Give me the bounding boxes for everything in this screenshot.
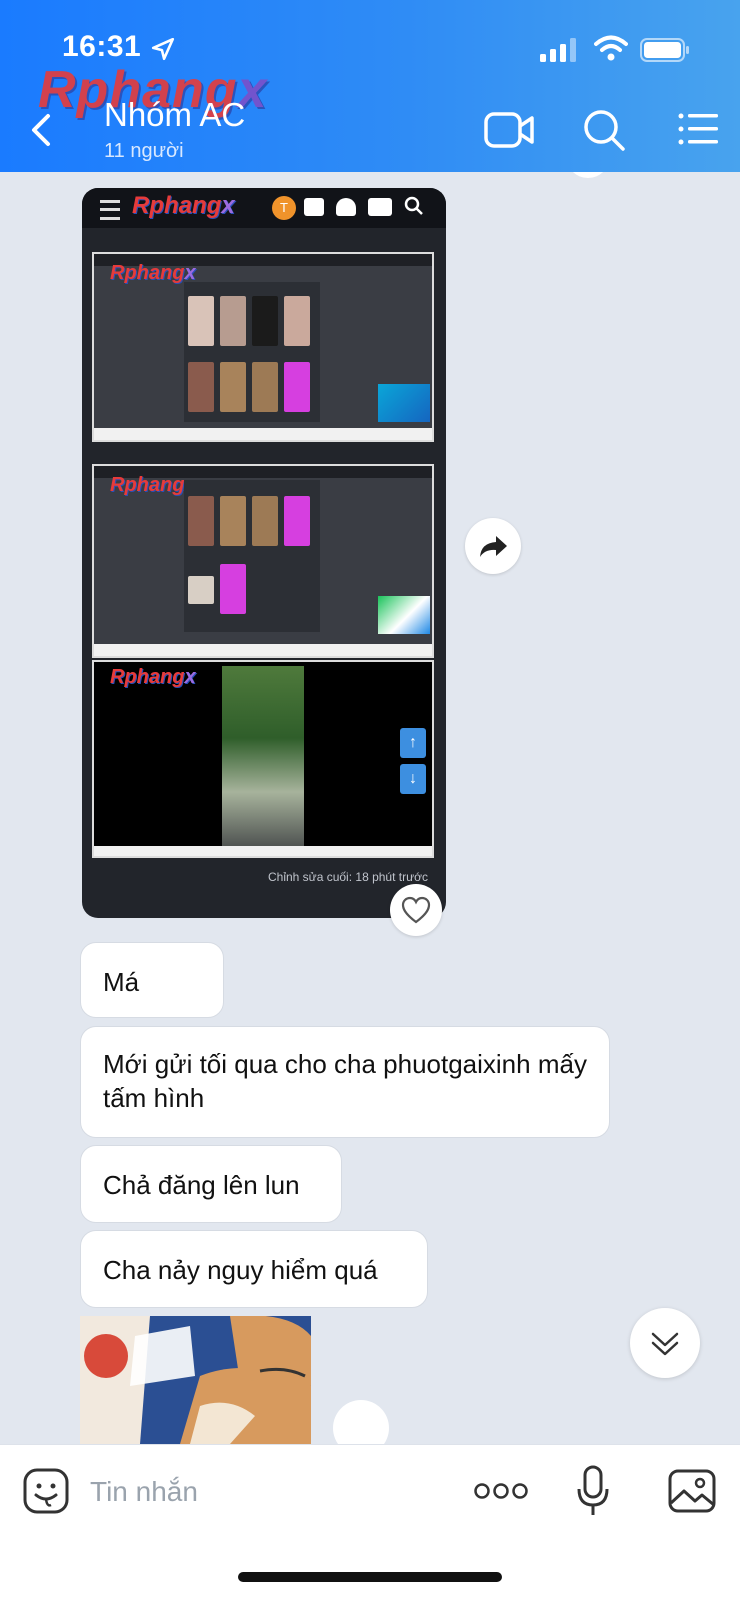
cellular-signal-icon <box>540 38 576 62</box>
group-title[interactable]: Nhóm AC <box>104 96 245 134</box>
fox-sticker-image <box>80 1316 311 1444</box>
battery-icon <box>640 38 689 62</box>
member-count: 11 người <box>104 140 184 162</box>
message-bubble[interactable]: Cha nảy nguy hiểm quá <box>80 1230 428 1308</box>
bell-icon <box>336 198 356 216</box>
back-chevron-icon[interactable] <box>26 110 56 150</box>
video-call-icon[interactable] <box>484 110 534 150</box>
reaction-button-partial[interactable] <box>333 1400 389 1444</box>
forward-share-icon[interactable] <box>465 518 521 574</box>
hamburger-icon <box>100 200 120 220</box>
sticker-emoji-icon[interactable] <box>22 1467 70 1515</box>
mail-icon <box>304 198 324 216</box>
image-message[interactable]: Rphangx T Rphangx Rphang Rphangx ↑ ↓ Chỉ… <box>82 188 446 918</box>
reaction-button-partial[interactable] <box>566 172 610 178</box>
image-gallery-icon[interactable] <box>668 1469 716 1513</box>
arrow-down-icon: ↓ <box>400 764 426 794</box>
home-indicator <box>238 1572 502 1582</box>
list-menu-icon[interactable] <box>678 112 718 146</box>
message-bubble[interactable]: Mới gửi tối qua cho cha phuotgaixinh mấy… <box>80 1026 610 1138</box>
chat-messages[interactable]: Rphangx T Rphangx Rphang Rphangx ↑ ↓ Chỉ… <box>0 172 740 1444</box>
status-time: 16:31 <box>62 30 142 63</box>
scroll-to-bottom-icon[interactable] <box>630 1308 700 1378</box>
wifi-icon <box>594 35 628 61</box>
sticker-message[interactable] <box>80 1316 311 1444</box>
embedded-photo <box>222 666 304 846</box>
message-bubble[interactable]: Chả đăng lên lun <box>80 1145 342 1223</box>
embedded-screenshot-1: Rphangx <box>92 252 434 442</box>
more-options-icon[interactable] <box>474 1481 528 1501</box>
search-icon[interactable] <box>582 108 626 152</box>
arrow-up-icon: ↑ <box>400 728 426 758</box>
message-bubble[interactable]: Má <box>80 942 224 1018</box>
microphone-icon[interactable] <box>576 1465 610 1517</box>
message-input[interactable] <box>88 1469 432 1515</box>
heart-react-icon[interactable] <box>390 884 442 936</box>
embedded-screenshot-3: Rphangx ↑ ↓ <box>92 660 434 858</box>
location-arrow-icon <box>151 37 175 61</box>
screenshot-search-icon <box>404 196 423 215</box>
edit-note: Chỉnh sửa cuối: 18 phút trước <box>267 870 428 884</box>
chat-header: 16:31 Rphangx Nhóm AC 11 người <box>0 0 740 172</box>
screenshot-avatar: T <box>272 196 296 220</box>
store-icon <box>368 198 392 216</box>
screenshot-logo: Rphangx <box>132 192 235 219</box>
embedded-screenshot-2: Rphangx <box>92 464 434 658</box>
screenshot-topbar: Rphangx T <box>82 188 446 228</box>
